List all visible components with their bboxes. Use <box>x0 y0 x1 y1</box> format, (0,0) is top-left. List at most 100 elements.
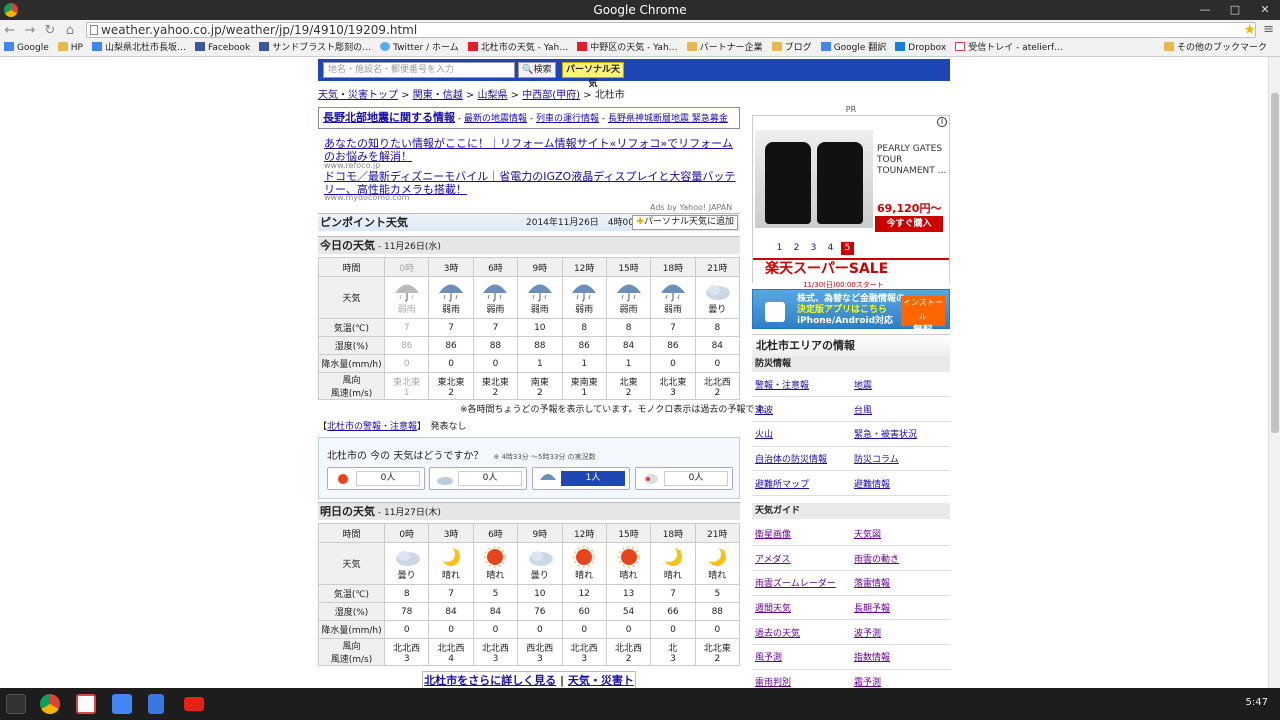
maximize-icon[interactable]: □ <box>1220 0 1250 20</box>
page-scrollbar[interactable] <box>1268 57 1280 688</box>
warning-link[interactable]: 北杜市の警報・注意報 <box>327 422 417 432</box>
bookmark-item[interactable]: 山梨県北杜市長坂… <box>91 40 186 56</box>
moon-icon <box>659 546 687 568</box>
side-link[interactable]: 天気図 <box>854 530 881 540</box>
bookmark-item[interactable]: Twitter / ホーム <box>380 40 459 56</box>
breadcrumb-current: 北杜市 <box>594 90 625 101</box>
side-link[interactable]: 避難情報 <box>854 480 890 490</box>
app-launcher-icon[interactable] <box>6 694 26 714</box>
add-personal-weather-button[interactable]: ✚パーソナル天気に追加 <box>632 215 738 230</box>
side-link[interactable]: 雨雲の動き <box>854 555 899 565</box>
menu-icon[interactable]: ≡ <box>1263 20 1274 40</box>
chrome-app-icon[interactable] <box>40 694 60 714</box>
side-link[interactable]: 週間天気 <box>755 604 791 614</box>
docs-app-icon[interactable] <box>148 694 164 714</box>
vote-snow-button[interactable]: 0人 <box>635 467 733 490</box>
side-link[interactable]: 緊急・被害状況 <box>854 430 917 440</box>
alert-title-link[interactable]: 長野北部地震に関する情報 <box>323 111 455 124</box>
install-button[interactable]: インストール 無料 <box>901 296 945 336</box>
ad-page-1[interactable]: 1 <box>773 242 786 255</box>
bookmark-item[interactable]: 北杜市の天気 - Yah… <box>467 40 568 56</box>
bookmark-item[interactable]: ブログ <box>771 40 812 56</box>
bookmark-item[interactable]: パートナー企業 <box>686 40 763 56</box>
side-link[interactable]: 雨雲ズームレーダー <box>755 579 836 589</box>
ad-page-2[interactable]: 2 <box>790 242 803 255</box>
bookmark-item[interactable]: Google <box>4 40 49 56</box>
tomorrow-header: 明日の天気 - 11月27日(木) <box>318 502 740 520</box>
rakuten-banner[interactable]: 楽天スーパーSALE 11/30(日)00:00スタート <box>753 258 949 289</box>
more-detail-link[interactable]: 北杜市をさらに詳しく見る <box>424 674 556 687</box>
breadcrumb-link[interactable]: 天気・災害トップ <box>318 90 398 101</box>
bookmark-item[interactable]: Facebook <box>194 40 250 56</box>
side-link[interactable]: 台風 <box>854 406 872 416</box>
side-link[interactable]: 火山 <box>755 430 773 440</box>
side-link[interactable]: 落雷情報 <box>854 579 890 589</box>
bookmark-item[interactable]: HP <box>57 40 83 56</box>
back-icon[interactable]: ← <box>0 23 20 38</box>
close-icon[interactable]: ✕ <box>1250 0 1280 20</box>
gmail-app-icon[interactable] <box>76 694 96 714</box>
personal-weather-button[interactable]: パーソナル天気 <box>562 62 624 89</box>
side-link[interactable]: アメダス <box>755 555 791 565</box>
search-app-icon[interactable] <box>112 694 132 714</box>
forecast-cell: 18時 <box>650 257 696 277</box>
poll-question: 北杜市の 今の 天気はどうですか？ <box>327 451 484 462</box>
bookmark-item[interactable]: 中野区の天気 - Yah… <box>577 40 678 56</box>
search-button[interactable]: 🔍検索 <box>518 62 556 78</box>
forecast-cell: 0 <box>650 620 696 639</box>
product-ad[interactable]: i PEARLY GATES TOUR TOUNAMENT ... 69,120… <box>752 115 950 289</box>
side-link[interactable]: 衛星画像 <box>755 530 791 540</box>
forward-icon[interactable]: → <box>20 23 40 38</box>
side-link[interactable]: 津波 <box>755 406 773 416</box>
side-link[interactable]: 警報・注意報 <box>755 381 809 391</box>
forecast-cell: 弱雨 <box>561 276 607 319</box>
reload-icon[interactable]: ↻ <box>40 23 60 38</box>
side-link[interactable]: 過去の天気 <box>755 629 800 639</box>
ad-page-4[interactable]: 4 <box>824 242 837 255</box>
breadcrumb-link[interactable]: 山梨県 <box>478 90 508 101</box>
pinpoint-title: ピンポイント天気 <box>320 216 408 229</box>
other-bookmarks[interactable]: その他のブックマーク <box>1163 40 1267 56</box>
breadcrumb-link[interactable]: 関東・信越 <box>413 90 463 101</box>
vote-sunny-button[interactable]: 0人 <box>327 467 425 490</box>
row-label: 天気 <box>318 542 385 585</box>
cloud-icon <box>703 280 731 302</box>
forecast-cell: 0 <box>428 354 474 373</box>
alert-link-2[interactable]: 列車の運行情報 <box>536 114 599 124</box>
bookmark-item[interactable]: Google 翻訳 <box>820 40 886 56</box>
side-link[interactable]: 風予測 <box>755 653 782 663</box>
side-link[interactable]: 霜予測 <box>854 678 881 688</box>
side-link[interactable]: 避難所マップ <box>755 480 809 490</box>
side-link[interactable]: 地震 <box>854 381 872 391</box>
minimize-icon[interactable]: — <box>1190 0 1220 20</box>
ad-refoco[interactable]: あなたの知りたい情報がここに！｜リフォーム情報サイト«リフォコ»でリフォームのお… <box>324 137 738 163</box>
address-bar[interactable]: weather.yahoo.co.jp/weather/jp/19/4910/1… <box>86 22 1256 38</box>
side-link[interactable]: 雷雨判別 <box>755 678 791 688</box>
side-link[interactable]: 波予測 <box>854 629 881 639</box>
bookmark-item[interactable]: サンドブラスト彫刻の… <box>259 40 371 56</box>
star-icon[interactable]: ★ <box>1243 20 1256 40</box>
youtube-app-icon[interactable] <box>184 697 204 711</box>
vote-cloudy-button[interactable]: 0人 <box>429 467 527 490</box>
buy-now-button[interactable]: 今すぐ購入 <box>875 216 943 232</box>
yahoo-finance-app-banner[interactable]: 株式、為替など金融情報の 決定版アプリはこちら iPhone/Android対応 イ… <box>752 289 950 336</box>
alert-link-3[interactable]: 長野県神城断層地震 緊急募金 <box>608 114 728 124</box>
forecast-cell: 東北東 1 <box>383 372 430 400</box>
location-search-input[interactable]: 地名・施設名・郵便番号を入力 <box>323 62 515 78</box>
vote-rain-button[interactable]: 1人 <box>532 467 630 490</box>
home-icon[interactable]: ⌂ <box>60 23 80 38</box>
bookmark-item[interactable]: 受信トレイ - atelierf… <box>955 40 1063 56</box>
forecast-row-time: 時間 0時 3時 6時 9時 12時 15時 18時 21時 <box>318 523 741 543</box>
side-link[interactable]: 自治体の防災情報 <box>755 455 827 465</box>
side-link[interactable]: 防災コラム <box>854 455 899 465</box>
ad-page-3[interactable]: 3 <box>807 242 820 255</box>
info-icon[interactable]: i <box>937 117 947 127</box>
scrollbar-thumb[interactable] <box>1271 93 1279 433</box>
ad-page-5[interactable]: 5 <box>841 242 854 255</box>
side-cell: 霜予測 <box>851 669 950 688</box>
side-link[interactable]: 指数情報 <box>854 653 890 663</box>
bookmark-item[interactable]: Dropbox <box>895 40 946 56</box>
alert-link-1[interactable]: 最新の地震情報 <box>464 114 527 124</box>
breadcrumb-link[interactable]: 中西部(甲府) <box>522 90 580 101</box>
side-link[interactable]: 長期予報 <box>854 604 890 614</box>
